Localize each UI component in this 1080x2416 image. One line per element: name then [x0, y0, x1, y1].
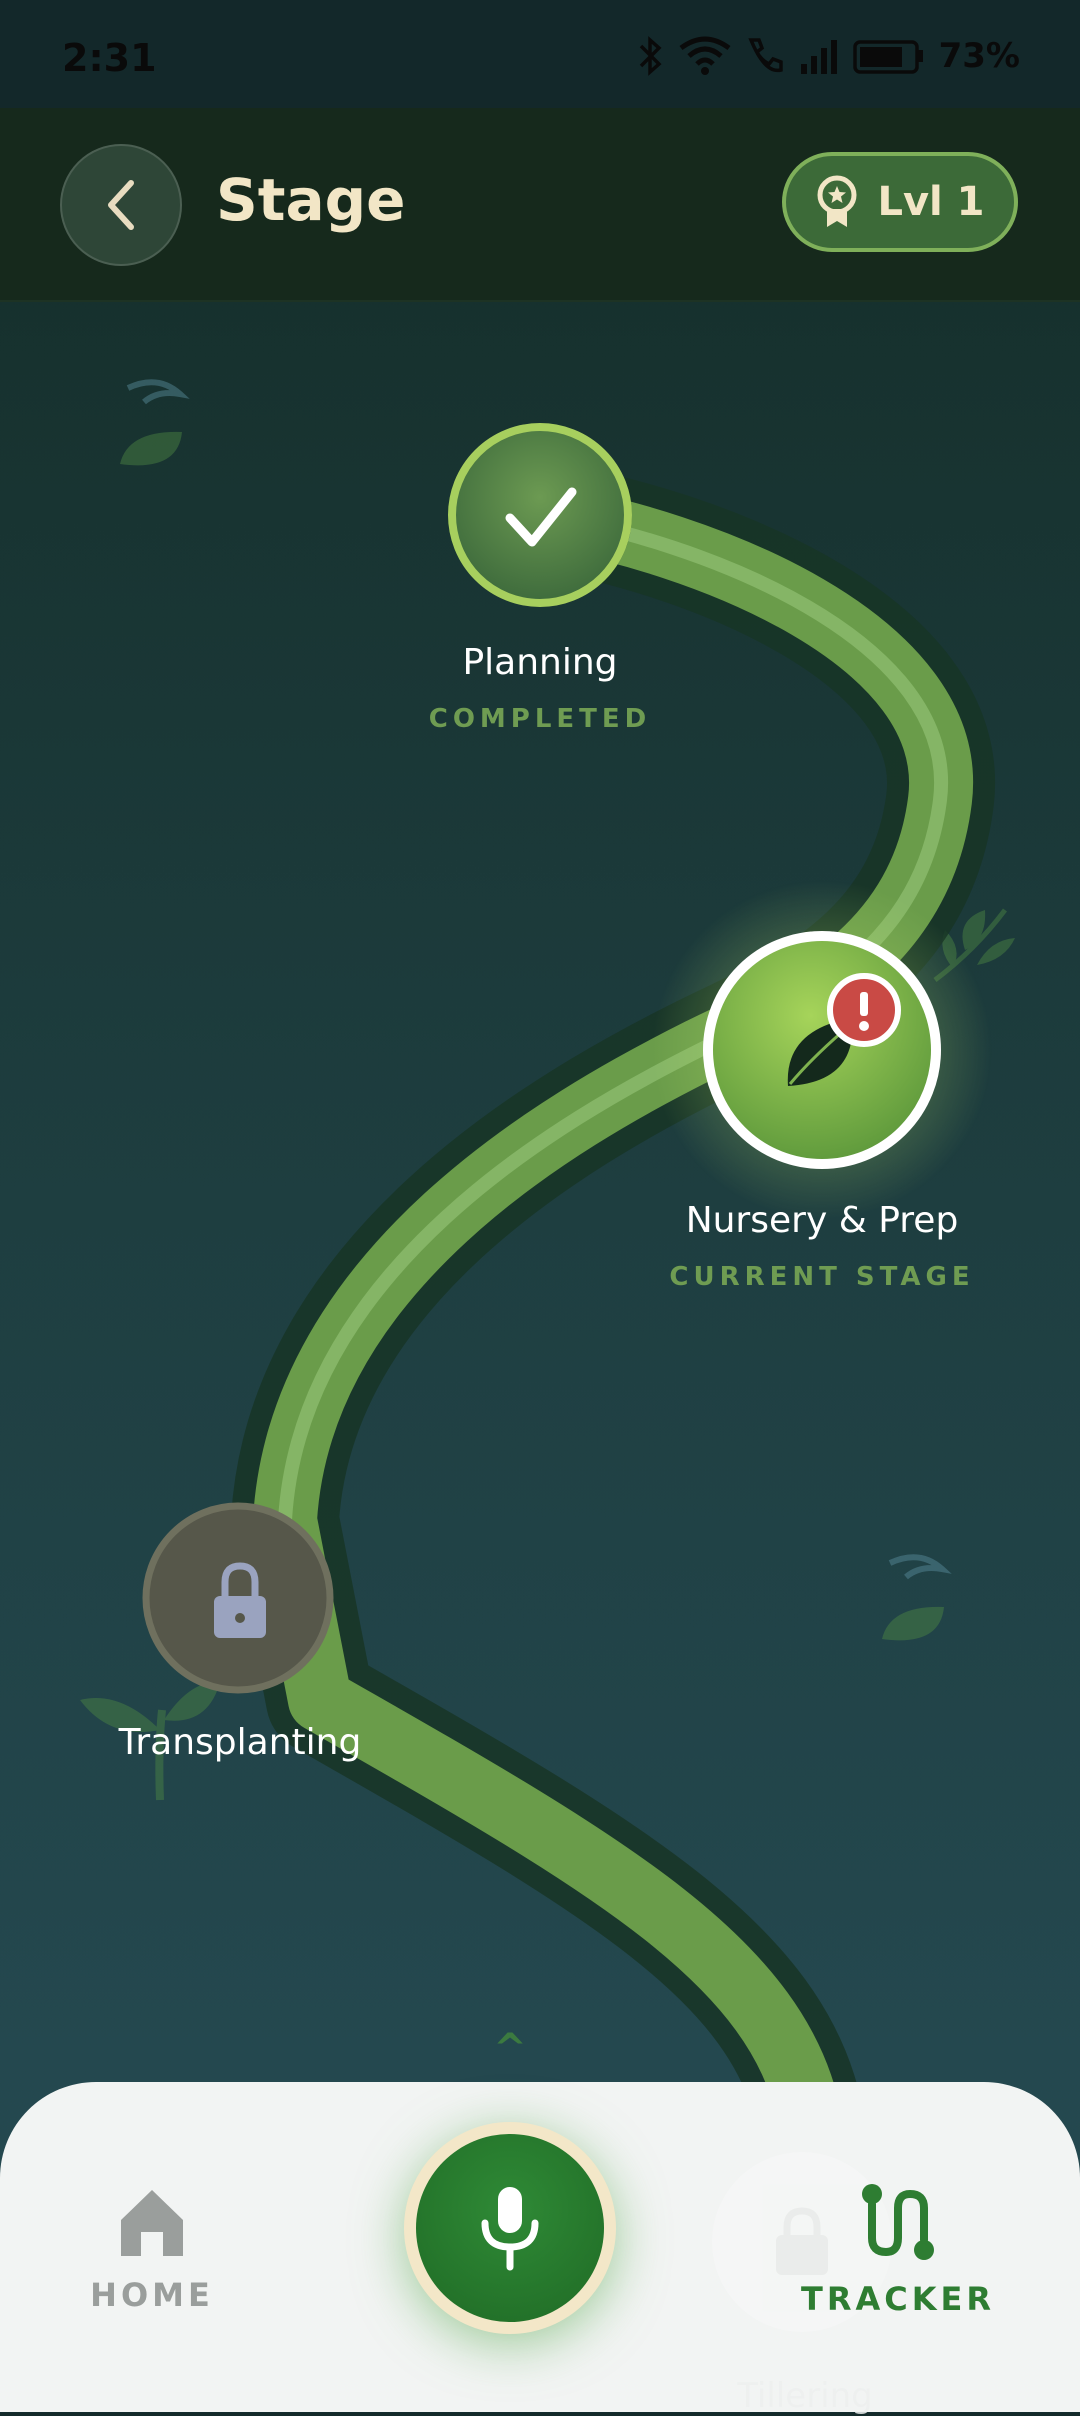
stage-status-nursery: CURRENT STAGE: [669, 1262, 975, 1292]
microphone-icon: [481, 2187, 539, 2271]
stage-label-transplanting: Transplanting: [118, 1722, 362, 1763]
nav-home-label: HOME: [90, 2276, 214, 2314]
stage-status-planning: COMPLETED: [428, 704, 652, 734]
alert-badge: [827, 973, 901, 1047]
nav-tracker-label: TRACKER: [801, 2280, 996, 2318]
home-icon: [121, 2190, 183, 2256]
leaf-swirl-icon: [882, 1554, 952, 1641]
stage-node-nursery[interactable]: [652, 880, 992, 1220]
voice-button-inner: [416, 2134, 604, 2322]
stage-node-planning[interactable]: [448, 423, 632, 607]
leaf-swirl-icon: [120, 379, 190, 466]
stage-label-planning: Planning: [462, 642, 618, 683]
stage-label-tillering: Tillering: [737, 2376, 873, 2416]
nav-tracker[interactable]: TRACKER: [801, 2182, 991, 2318]
stage-node-transplanting[interactable]: [142, 1502, 334, 1694]
nav-home[interactable]: HOME: [90, 2186, 214, 2314]
stage-label-nursery: Nursery & Prep: [685, 1200, 959, 1241]
scroll-up-hint: ^: [493, 2026, 527, 2072]
route-icon: [862, 2184, 934, 2260]
voice-button[interactable]: [404, 2122, 616, 2334]
